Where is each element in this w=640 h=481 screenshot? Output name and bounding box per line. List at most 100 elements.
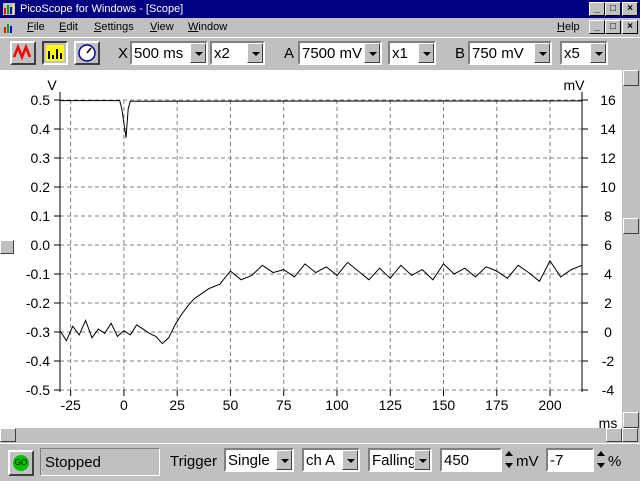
minimize-button[interactable]: _ [589,2,605,16]
chevron-down-icon[interactable] [247,43,263,63]
chevron-down-icon[interactable] [342,450,358,470]
menu-edit[interactable]: Edit [59,20,78,34]
mdi-restore-button[interactable]: □ [605,20,621,34]
channel-b-label: B [455,45,466,62]
channel-a-label: A [284,45,295,62]
y-left-tick-label: -0.1 [26,266,50,282]
menu-help[interactable]: Help [557,20,580,34]
y-right-tick-label: 12 [600,150,616,166]
y-left-tick-label: -0.5 [26,382,50,398]
menu-file[interactable]: File [27,20,45,34]
scope-plot-area[interactable]: 0.5 16 0.4 14 0.3 12 0.2 10 0.1 8 0.0 6 -0.1 4 -0.2 2 -0… [0,70,622,431]
pretrigger-spinner[interactable] [595,448,607,472]
status-panel: Stopped [40,448,160,476]
trigger-channel-value: ch A [306,452,336,469]
channel-b-multiplier-select[interactable]: x5 [560,41,608,65]
y-right-tick-label: 6 [604,237,612,253]
channel-b-range-select[interactable]: 750 mV [468,41,552,65]
scope-mode-button[interactable] [10,41,36,65]
y-left-tick-label: 0.5 [31,92,51,108]
x-tick-label: 150 [432,397,456,413]
chevron-down-icon[interactable] [418,43,434,63]
y-left-tick-label: -0.3 [26,324,50,340]
spin-up-icon[interactable] [503,448,515,460]
channel-a-multiplier-select[interactable]: x1 [388,41,436,65]
trigger-edge-value: Falling [372,452,417,469]
timebase-select[interactable]: 500 ms [130,41,208,65]
x-axis-unit: ms [599,415,618,428]
channel-a-multiplier-value: x1 [392,45,408,62]
trace-series-1 [60,100,583,138]
go-button[interactable]: GO [8,450,34,476]
close-button[interactable]: × [622,2,638,16]
y-left-tick-label: 0.1 [31,208,51,224]
maximize-button[interactable]: □ [605,2,621,16]
y-right-tick-label: 2 [604,295,612,311]
chevron-down-icon[interactable] [364,43,380,63]
scope-wave-icon [12,43,32,61]
channel-offset-handle[interactable] [0,240,14,254]
channel-a-range-value: 7500 mV [302,45,363,62]
trigger-level-input[interactable]: 450 [440,448,502,472]
y-axis-right-unit: mV [564,77,586,93]
scroll-right-button[interactable] [606,428,622,442]
trigger-level-spinner[interactable] [503,448,515,472]
y-right-tick-label: 0 [604,324,612,340]
spin-down-icon[interactable] [503,460,515,472]
spin-down-icon[interactable] [595,460,607,472]
app-icon [3,3,15,15]
spin-up-icon[interactable] [595,448,607,460]
meter-mode-button[interactable] [74,41,100,65]
vertical-scroll-thumb[interactable] [623,218,639,234]
status-text: Stopped [45,454,101,471]
x-tick-label: 0 [120,397,128,413]
horizontal-scrollbar[interactable] [0,428,640,442]
title-bar: PicoScope for Windows - [Scope] _ □ × [0,0,640,18]
menu-view[interactable]: View [150,20,174,34]
timebase-value: 500 ms [134,45,184,62]
x-tick-label: 50 [223,397,239,413]
menu-bar: File Edit Settings View Window Help [0,18,640,36]
y-left-tick-label: 0.0 [31,237,51,253]
window-title: PicoScope for Windows - [Scope] [20,3,184,15]
scroll-left-button[interactable] [0,428,16,442]
chevron-down-icon[interactable] [414,450,430,470]
scroll-end-button[interactable] [622,428,638,442]
chevron-down-icon[interactable] [590,43,606,63]
meter-dial-icon [78,44,96,62]
x-axis-label: X [118,45,129,62]
scroll-up-button[interactable] [623,70,639,86]
spectrum-mode-button[interactable] [42,41,68,65]
chevron-down-icon[interactable] [276,450,292,470]
level-unit: mV [516,453,539,470]
trigger-level-value: 450 [444,452,470,469]
mdi-minimize-button[interactable]: _ [589,20,605,34]
y-right-tick-label: -2 [602,353,615,369]
trace-series-2 [59,259,583,345]
chevron-down-icon[interactable] [534,43,550,63]
trigger-mode-select[interactable]: Single [224,448,294,472]
x-multiplier-value: x2 [214,45,230,62]
channel-b-range-value: 750 mV [472,45,524,62]
trigger-edge-select[interactable]: Falling [368,448,432,472]
x-multiplier-select[interactable]: x2 [210,41,265,65]
menu-settings[interactable]: Settings [94,20,134,34]
document-icon[interactable] [2,20,16,34]
x-tick-label: 125 [379,397,403,413]
channel-a-range-select[interactable]: 7500 mV [298,41,382,65]
x-tick-label: 75 [276,397,292,413]
scroll-down-button[interactable] [623,412,639,428]
y-right-tick-label: 14 [600,121,616,137]
mdi-close-button[interactable]: × [622,20,638,34]
pretrigger-unit: % [608,453,622,470]
menu-window[interactable]: Window [188,20,227,34]
pretrigger-value: -7 [550,452,564,469]
y-right-tick-label: -4 [602,382,615,398]
y-axis-left-unit: V [47,77,57,93]
chevron-down-icon[interactable] [190,43,206,63]
trigger-channel-select[interactable]: ch A [302,448,360,472]
pretrigger-input[interactable]: -7 [546,448,594,472]
vertical-scrollbar[interactable] [622,70,640,428]
x-tick-label: 200 [538,397,562,413]
channel-b-multiplier-value: x5 [564,45,580,62]
